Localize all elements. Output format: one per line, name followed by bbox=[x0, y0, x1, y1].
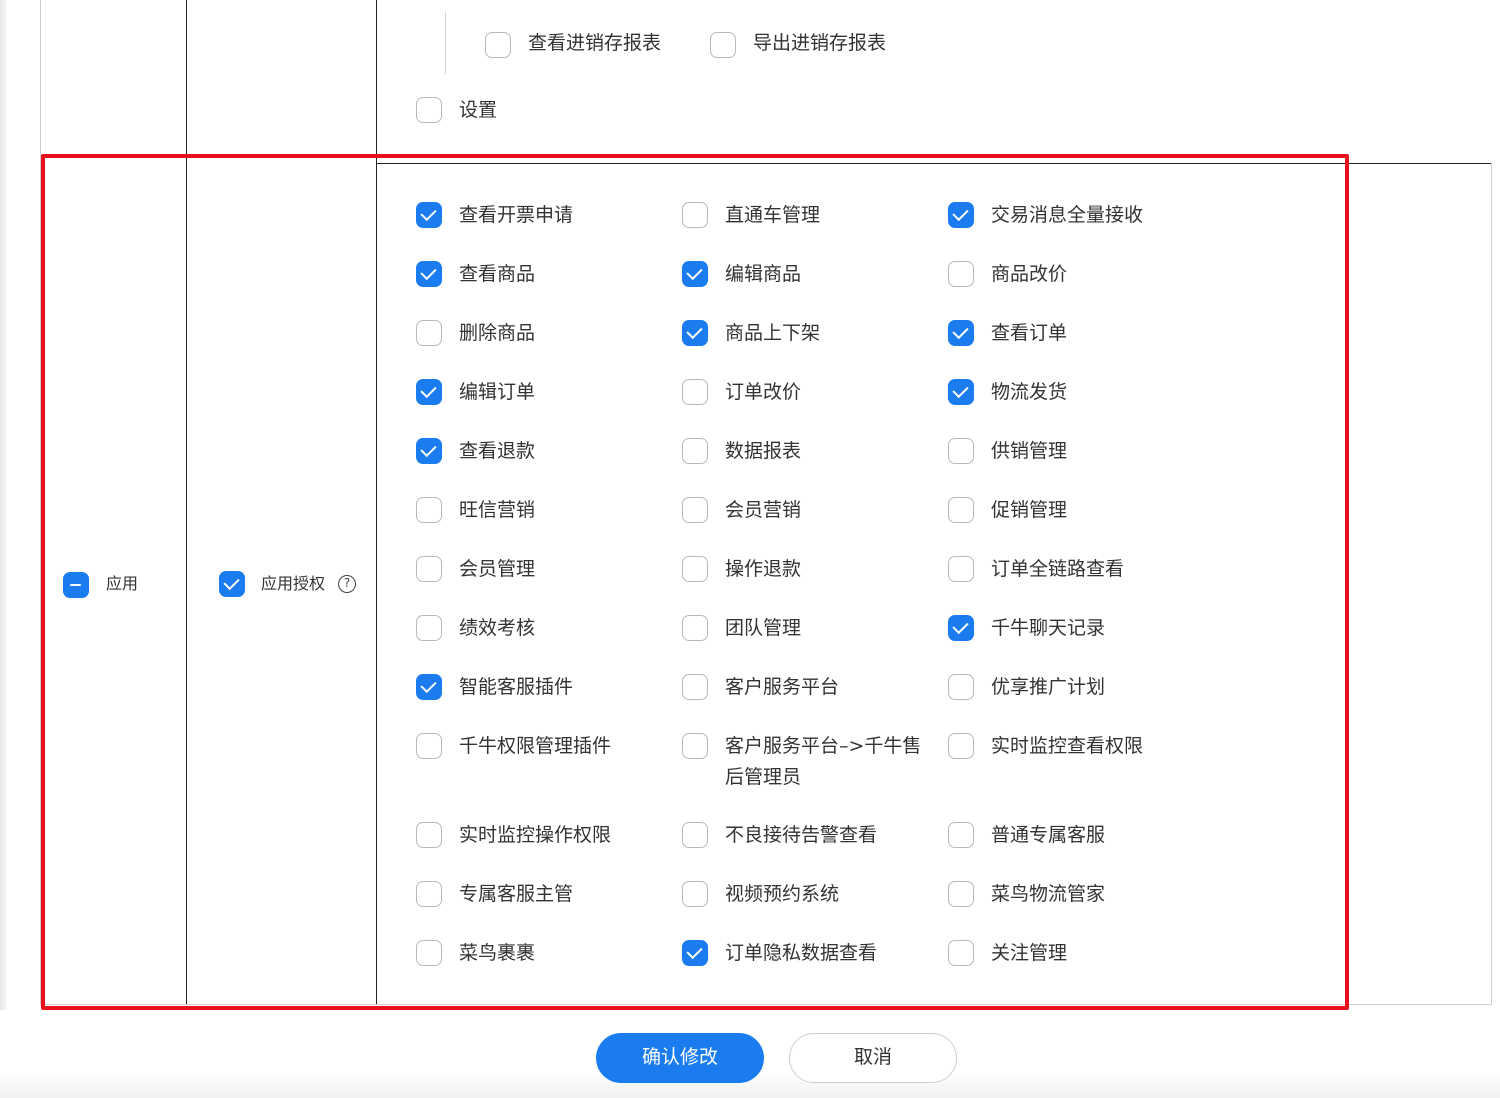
label-settings: 设置 bbox=[459, 99, 498, 121]
tree-guide-line bbox=[445, 12, 446, 74]
table-right-border bbox=[1491, 163, 1492, 1005]
cancel-button[interactable]: 取消 bbox=[789, 1033, 957, 1083]
label-export-inventory-report: 导出进销存报表 bbox=[753, 32, 887, 54]
checkbox-view-inventory-report[interactable] bbox=[485, 32, 511, 58]
checkbox-export-inventory-report[interactable] bbox=[710, 32, 736, 58]
highlight-box bbox=[41, 154, 1349, 1010]
confirm-button[interactable]: 确认修改 bbox=[596, 1033, 764, 1083]
label-view-inventory-report: 查看进销存报表 bbox=[528, 32, 662, 54]
modal-edge bbox=[0, 0, 6, 1098]
checkbox-settings[interactable] bbox=[416, 97, 442, 123]
